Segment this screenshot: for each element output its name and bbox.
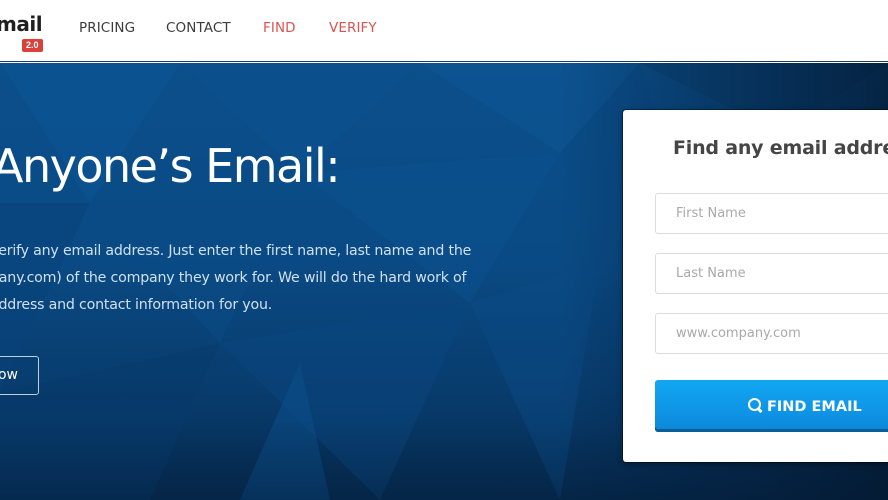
version-badge: 2.0 [22,39,43,52]
logo-text: mail [0,12,43,36]
hero-title: Anyone’s Email: [0,139,341,193]
hero-description-line: address and contact information for you. [0,297,273,313]
nav-pricing[interactable]: PRICING [79,20,135,36]
form-title: Find any email address n [673,137,888,159]
nav-verify[interactable]: VERIFY [329,20,377,36]
search-icon [748,397,762,412]
find-email-label: FIND EMAIL [767,398,862,415]
first-name-input[interactable] [655,193,888,234]
find-email-button[interactable]: FIND EMAIL [655,380,888,432]
nav-find[interactable]: FIND [263,20,296,36]
site-header: mail 2.0 PRICING CONTACT FIND VERIFY [0,0,888,62]
last-name-input[interactable] [655,253,888,294]
hero-description-line: verify any email address. Just enter the… [0,243,472,259]
company-domain-input[interactable] [655,313,888,354]
hero-cta-button[interactable]: ow [0,356,39,395]
logo[interactable]: mail 2.0 [0,12,56,56]
find-email-form-card: Find any email address n FIND EMAIL [623,110,888,462]
nav-contact[interactable]: CONTACT [166,20,231,36]
hero-description: verify any email address. Just enter the… [0,238,510,319]
hero-description-line: pany.com) of the company they work for. … [0,270,467,286]
